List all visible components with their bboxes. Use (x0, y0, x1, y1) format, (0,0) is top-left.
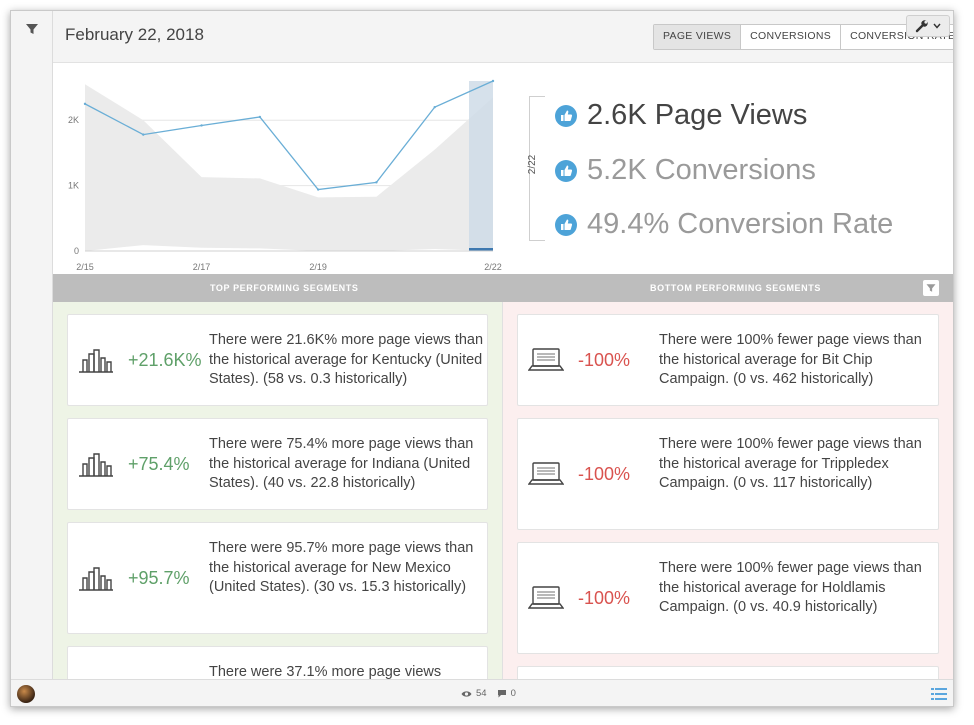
metric-value: 5.2K Conversions (587, 154, 816, 186)
footer-bar: 54 0 (11, 679, 953, 706)
funnel-icon (926, 284, 936, 292)
city-icon (79, 349, 113, 373)
data-point (200, 124, 203, 127)
day-summary: 2/22 2.6K Page Views 5.2K Conversions 49… (527, 91, 949, 251)
eye-icon (461, 690, 472, 697)
segments-header-bar: TOP PERFORMING SEGMENTS BOTTOM PERFORMIN… (53, 274, 953, 302)
city-icon (79, 453, 113, 477)
comment-count: 0 (510, 688, 516, 699)
metric-page-views: 2.6K Page Views (555, 99, 807, 132)
thumbs-up-icon (555, 104, 577, 127)
y-tick-label: 0 (74, 246, 79, 256)
thumbs-up-icon (555, 159, 577, 182)
segment-change: -100% (578, 464, 631, 484)
segment-change: -100% (578, 588, 631, 608)
thumbs-up-icon (555, 213, 577, 236)
data-point (258, 115, 262, 119)
y-tick-label: 1K (68, 181, 79, 191)
metric-conversion-rate: 49.4% Conversion Rate (555, 208, 893, 241)
x-tick-label: 2/15 (76, 262, 94, 272)
list-icon[interactable] (931, 687, 947, 701)
segment-description: There were 95.7% more page views than th… (209, 540, 474, 595)
segment-card[interactable]: +21.6K% There were 21.6K% more page view… (67, 314, 488, 406)
city-icon (79, 567, 113, 591)
historical-range-band (85, 84, 493, 252)
data-point (375, 181, 378, 184)
segment-description: There were 100% fewer page views than th… (659, 332, 922, 387)
segment-change: -100% (578, 350, 631, 370)
segment-card[interactable]: There were 37.1% more page views (67, 646, 488, 679)
app-window: February 22, 2018 PAGE VIEWS CONVERSIONS… (10, 10, 954, 707)
data-point (433, 105, 436, 109)
segment-card[interactable]: -100% There were 100% fewer page views t… (517, 418, 939, 530)
laptop-icon (528, 586, 564, 609)
segment-change: +21.6K% (128, 350, 202, 370)
x-tick-label: 2/17 (193, 262, 211, 272)
view-count: 54 (476, 688, 487, 699)
data-point (316, 188, 320, 191)
segment-change: +95.7% (128, 568, 190, 588)
segment-description: There were 75.4% more page views than th… (209, 436, 474, 491)
y-tick-label: 2K (68, 115, 79, 125)
metric-value: 49.4% Conversion Rate (587, 208, 894, 240)
segment-description: There were 100% fewer page views than th… (659, 436, 922, 491)
view-comment-stats: 54 0 (461, 688, 516, 699)
settings-menu-button[interactable] (906, 15, 950, 37)
summary-date: 2/22 (527, 154, 539, 175)
laptop-icon (528, 462, 564, 485)
page-title: February 22, 2018 (65, 25, 204, 44)
segment-card[interactable] (517, 666, 939, 679)
data-point (491, 79, 495, 83)
segment-description: There were 21.6K% more page views than t… (209, 332, 484, 387)
top-segments-column: +21.6K% There were 21.6K% more page view… (53, 302, 503, 679)
chevron-down-icon (933, 23, 941, 29)
segment-description: There were 100% fewer page views than th… (659, 560, 922, 615)
x-tick-label: 2/22 (484, 262, 502, 272)
segment-card[interactable]: -100% There were 100% fewer page views t… (517, 314, 939, 406)
segments-filter-button[interactable] (923, 280, 939, 296)
metric-value: 2.6K Page Views (587, 99, 808, 131)
comment-icon (497, 690, 506, 698)
tab-page-views[interactable]: PAGE VIEWS (654, 25, 742, 49)
segment-description: There were 37.1% more page views (209, 664, 442, 679)
selected-day-highlight (469, 81, 493, 251)
laptop-icon (528, 348, 564, 371)
metric-conversions: 5.2K Conversions (555, 154, 816, 187)
segment-change: +75.4% (128, 454, 190, 474)
main-content: February 22, 2018 PAGE VIEWS CONVERSIONS… (53, 11, 953, 679)
header: February 22, 2018 PAGE VIEWS CONVERSIONS… (53, 11, 953, 63)
bottom-segments-heading: BOTTOM PERFORMING SEGMENTS (650, 283, 821, 293)
bottom-segments-column: -100% There were 100% fewer page views t… (503, 302, 953, 679)
segment-card[interactable]: +95.7% There were 95.7% more page views … (67, 522, 488, 634)
left-rail (11, 11, 53, 679)
top-segments-heading: TOP PERFORMING SEGMENTS (210, 283, 359, 293)
x-tick-label: 2/19 (309, 262, 327, 272)
segment-card[interactable]: +75.4% There were 75.4% more page views … (67, 418, 488, 510)
funnel-icon[interactable] (24, 21, 40, 37)
segment-card[interactable]: -100% There were 100% fewer page views t… (517, 542, 939, 654)
tab-conversions[interactable]: CONVERSIONS (741, 25, 842, 49)
wrench-icon (915, 20, 928, 33)
avatar[interactable] (17, 685, 35, 703)
page-views-chart[interactable]: 0 1K 2K 2/15 2/17 2/19 2/22 (53, 71, 513, 281)
data-point (83, 102, 87, 106)
data-point (142, 133, 145, 136)
